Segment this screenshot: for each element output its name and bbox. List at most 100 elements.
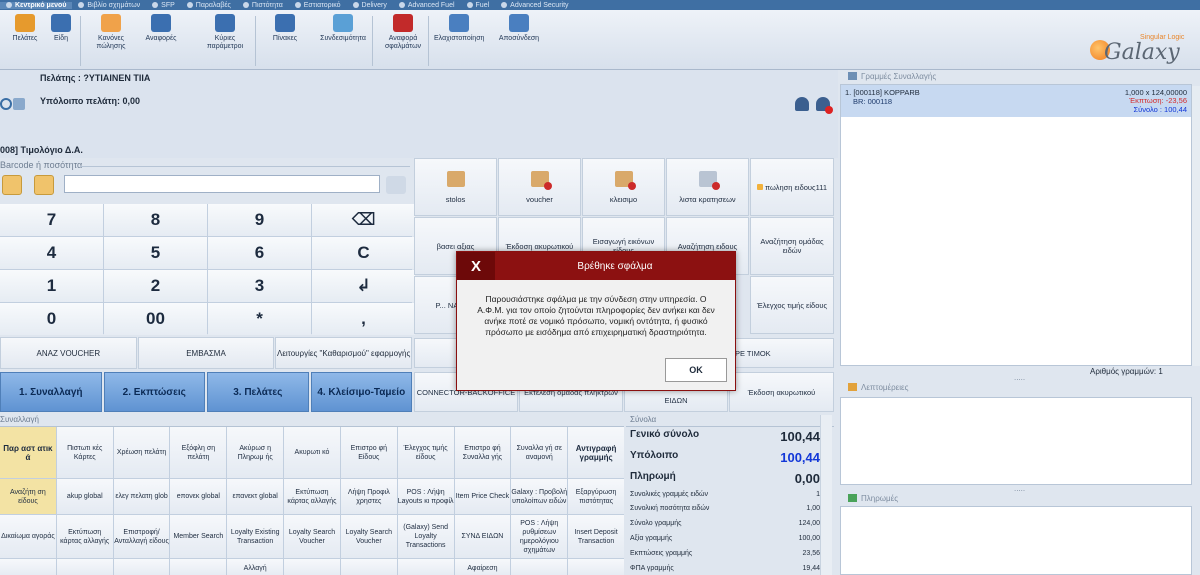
cube-icon[interactable]	[386, 176, 406, 194]
add-item-icon[interactable]	[2, 175, 22, 195]
users-icon[interactable]	[13, 98, 25, 110]
function-button[interactable]: Loyalty Existing Transaction	[227, 515, 284, 558]
transaction-line[interactable]: 1. [000118] KOPPARB BR: 000118 1,000 x 1…	[841, 85, 1191, 117]
ribbon-button[interactable]: Πίνακες	[260, 14, 310, 43]
top-menu-item[interactable]: Βιβλίο σχημάτων	[72, 2, 146, 9]
item-lookup-icon[interactable]	[34, 175, 54, 195]
customer-search-icon[interactable]	[795, 97, 809, 111]
function-button[interactable]	[397, 559, 454, 575]
function-button[interactable]: Ακύρωσ η Πληρωμ ής	[227, 427, 284, 478]
main-tab[interactable]: 2. Εκπτώσεις	[103, 372, 205, 412]
keypad-key[interactable]: 0	[0, 303, 103, 335]
close-icon[interactable]: X	[457, 252, 495, 280]
top-menu-item[interactable]: Advanced Fuel	[393, 2, 461, 9]
keypad-key[interactable]: ↲	[312, 270, 415, 302]
keypad-key[interactable]: 00	[104, 303, 207, 335]
lines-scrollbar[interactable]	[1192, 86, 1200, 366]
function-button[interactable]	[0, 559, 56, 575]
barcode-input[interactable]	[64, 175, 380, 193]
action-button[interactable]: ΑΝΑΖ VOUCHER	[0, 337, 137, 369]
globe-icon[interactable]	[0, 98, 12, 110]
ribbon-button[interactable]: Κανόνες πώλησης	[86, 14, 136, 51]
function-button[interactable]: Εξόφλη ση πελάτη	[170, 427, 227, 478]
quick-price-check-button[interactable]: Έλεγχος τιμής είδους	[750, 276, 834, 334]
function-button[interactable]: (Galaxy) Send Loyalty Transactions	[397, 515, 454, 558]
keypad-key[interactable]: 5	[104, 237, 207, 269]
top-menu-item[interactable]: SFP	[146, 2, 181, 9]
top-menu-item[interactable]: Πιστότητα	[237, 2, 289, 9]
keypad-key[interactable]: 6	[208, 237, 311, 269]
ribbon-button[interactable]: Αναφορές	[136, 14, 186, 43]
function-button[interactable]	[340, 559, 397, 575]
ribbon-button[interactable]: Κύριες παράμετροι	[200, 14, 250, 51]
ok-button[interactable]: OK	[665, 358, 727, 382]
function-button[interactable]: Insert Deposit Transaction	[568, 515, 624, 558]
function-button[interactable]: POS : Λήψη Layouts κι προφίλ	[397, 479, 454, 514]
quick-close-button[interactable]: κλεισιμο	[582, 158, 665, 216]
function-button[interactable]: Ακυρωτι κό	[284, 427, 340, 478]
function-button[interactable]	[284, 559, 340, 575]
quick-sell-item-button[interactable]: πωληση ειδους111	[750, 158, 834, 216]
function-button[interactable]: Member Search	[170, 515, 227, 558]
function-button[interactable]: ελεγ πελατη glob	[113, 479, 170, 514]
keypad-key[interactable]: 2	[104, 270, 207, 302]
customer-remove-icon[interactable]	[816, 97, 833, 114]
function-button[interactable]: Αλλαγή	[227, 559, 284, 575]
ribbon-button[interactable]: Αναφορά σφαλμάτων	[378, 14, 428, 51]
function-button[interactable]: Επιστρο φή Συναλλα γής	[454, 427, 511, 478]
function-button[interactable]: Item Price Check	[454, 479, 511, 514]
totals-scrollbar[interactable]	[820, 415, 832, 575]
keypad-key[interactable]: 4	[0, 237, 103, 269]
function-button[interactable]: ΣΥΝΔ ΕΙΔΩΝ	[454, 515, 511, 558]
function-button[interactable]: Δικαίωμα αγοράς	[0, 515, 56, 558]
function-button[interactable]: Λήψη Προφιλ χρηστες	[340, 479, 397, 514]
top-menu-item[interactable]: Εστιατορικό	[289, 2, 347, 9]
function-button[interactable]: Αναζήτη ση είδους	[0, 479, 56, 514]
function-button[interactable]: Πιστωτι κές Κάρτες	[56, 427, 113, 478]
function-button[interactable]	[170, 559, 227, 575]
top-menu-item[interactable]: Fuel	[461, 2, 496, 9]
keypad-key[interactable]: 9	[208, 204, 311, 236]
quick-voucher-button[interactable]: voucher	[498, 158, 581, 216]
ribbon-button[interactable]: Είδη	[36, 14, 86, 43]
function-button[interactable]: Αντιγραφή γραμμής	[568, 427, 624, 478]
keypad-key[interactable]: C	[312, 237, 415, 269]
quick-void2-button[interactable]: Έκδοση ακυρωτικού	[729, 372, 834, 412]
function-button[interactable]: Galaxy : Προβολή υπολοίπων ειδών	[511, 479, 568, 514]
function-button[interactable]: eπονεκ global	[170, 479, 227, 514]
function-button[interactable]: POS : Λήψη ρυθμίσεων ημερολόγιου σχημάτω…	[511, 515, 568, 558]
function-button[interactable]	[568, 559, 624, 575]
splitter-handle[interactable]: .....	[1014, 484, 1025, 493]
quick-group-search-button[interactable]: Αναζήτηση ομάδας ειδών	[750, 217, 834, 275]
main-tab[interactable]: 3. Πελάτες	[207, 372, 309, 412]
function-button[interactable]: Επιστροφή/Ανταλλαγή είδους	[113, 515, 170, 558]
action-button[interactable]: ΕΜΒΑΣΜΑ	[137, 337, 275, 369]
keypad-key[interactable]: 3	[208, 270, 311, 302]
function-button[interactable]: Παρ αστ ατικ ά	[0, 427, 56, 478]
ribbon-button[interactable]: Αποσύνδεση	[494, 14, 544, 43]
function-button[interactable]: Εξαργύρωση πιστότητας	[568, 479, 624, 514]
function-button[interactable]: Χρέωση πελάτη	[113, 427, 170, 478]
function-button[interactable]: Έλεγχος τιμής είδους	[397, 427, 454, 478]
keypad-key[interactable]: 7	[0, 204, 103, 236]
main-tab[interactable]: 1. Συναλλαγή	[0, 372, 102, 412]
function-button[interactable]: Εκτύπωση κάρτας αλλαγής	[56, 515, 113, 558]
function-button[interactable]: Loyalty Search Voucher	[340, 515, 397, 558]
ribbon-button[interactable]: Συνδεσιμότητα	[318, 14, 368, 43]
keypad-key[interactable]: ⌫	[312, 204, 415, 236]
keypad-key[interactable]: 1	[0, 270, 103, 302]
main-tab[interactable]: 4. Κλείσιμο-Ταμείο	[310, 372, 412, 412]
function-button[interactable]: επανεκτ global	[227, 479, 284, 514]
function-button[interactable]: Συναλλα γή σε αναμονή	[511, 427, 568, 478]
function-button[interactable]: akup global	[56, 479, 113, 514]
top-menu-item[interactable]: Advanced Security	[495, 2, 574, 9]
top-menu-item[interactable]: Παραλαβές	[181, 2, 237, 9]
keypad-key[interactable]: 8	[104, 204, 207, 236]
keypad-key[interactable]: *	[208, 303, 311, 335]
top-menu-item[interactable]: Κεντρικό μενού	[0, 1, 73, 9]
function-button[interactable]	[113, 559, 170, 575]
quick-reservations-button[interactable]: λιστα κρατησεων	[666, 158, 749, 216]
top-menu-item[interactable]: Delivery	[347, 2, 393, 9]
function-button[interactable]: Εκτύπωση κάρτας αλλαγής	[284, 479, 340, 514]
function-button[interactable]: Loyalty Search Voucher	[284, 515, 340, 558]
